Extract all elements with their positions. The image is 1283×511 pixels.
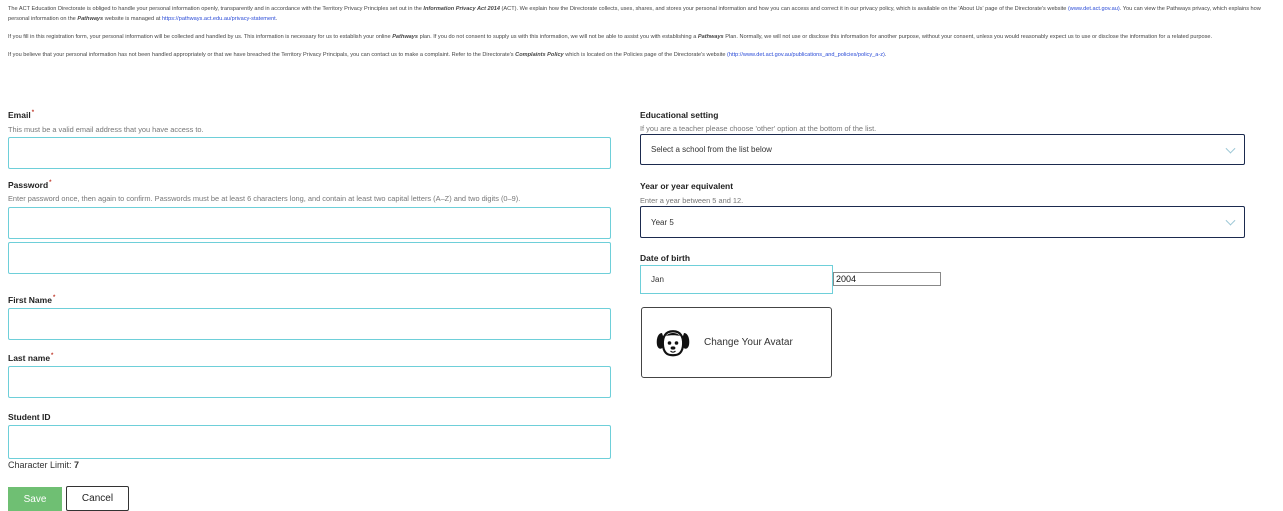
- change-avatar-label: Change Your Avatar: [704, 337, 793, 348]
- date-of-birth-label: Date of birth: [640, 253, 691, 263]
- privacy-text: The ACT Education Directorate is obliged…: [8, 6, 424, 12]
- pathways-emphasis: Pathways: [392, 34, 419, 40]
- privacy-paragraph-2: If you fill in this registration form, y…: [8, 32, 1276, 42]
- character-limit-value: 7: [74, 460, 80, 470]
- email-label: Email*: [8, 110, 34, 120]
- chevron-down-icon: [1225, 215, 1236, 226]
- privacy-paragraph-3: If you believe that your personal inform…: [8, 50, 1276, 60]
- year-select[interactable]: Year 5: [640, 206, 1245, 238]
- password-hint: Enter password once, then again to confi…: [8, 194, 521, 203]
- chevron-down-icon: [1225, 143, 1236, 154]
- year-hint: Enter a year between 5 and 12.: [640, 196, 744, 205]
- first-name-label: First Name*: [8, 295, 55, 305]
- student-id-field[interactable]: [8, 425, 611, 459]
- privacy-text: website is managed at: [103, 16, 162, 22]
- cancel-button[interactable]: Cancel: [66, 486, 129, 511]
- privacy-text: which is located on the Policies page of…: [563, 52, 728, 58]
- email-field[interactable]: [8, 137, 611, 169]
- password-label: Password*: [8, 180, 52, 190]
- year-value: Year 5: [651, 217, 674, 227]
- dog-face-icon: [656, 329, 690, 357]
- first-name-field[interactable]: [8, 308, 611, 340]
- change-avatar-button[interactable]: Change Your Avatar: [641, 307, 832, 378]
- year-label: Year or year equivalent: [640, 181, 734, 191]
- educational-setting-select[interactable]: Select a school from the list below: [640, 134, 1245, 165]
- privacy-act-name: Information Privacy Act 2014: [423, 6, 500, 12]
- dob-year-field[interactable]: 2004: [833, 272, 941, 286]
- last-name-field[interactable]: [8, 366, 611, 398]
- password-field[interactable]: [8, 207, 611, 239]
- password-label-text: Password: [8, 180, 49, 190]
- confirm-password-field[interactable]: [8, 242, 611, 274]
- privacy-statement-link[interactable]: https://pathways.act.edu.au/privacy-stat…: [162, 16, 276, 22]
- required-marker: *: [31, 110, 35, 117]
- privacy-text: Plan. Normally, we will not use or discl…: [723, 34, 1213, 40]
- privacy-notice: The ACT Education Directorate is obliged…: [8, 4, 1276, 68]
- last-name-label-text: Last name: [8, 353, 51, 363]
- privacy-text: .: [275, 16, 278, 22]
- save-button[interactable]: Save: [8, 487, 62, 511]
- privacy-text: .: [884, 52, 887, 58]
- email-hint: This must be a valid email address that …: [8, 125, 204, 134]
- complaints-policy-emphasis: Complaints Policy: [515, 52, 564, 58]
- educational-setting-hint: If you are a teacher please choose 'othe…: [640, 124, 877, 133]
- pathways-emphasis: Pathways: [697, 34, 724, 40]
- privacy-paragraph-1: The ACT Education Directorate is obliged…: [8, 4, 1276, 24]
- required-marker: *: [49, 180, 52, 187]
- privacy-text: If you fill in this registration form, y…: [8, 34, 393, 40]
- pathways-emphasis: Pathways: [77, 16, 104, 22]
- required-marker: *: [51, 353, 54, 360]
- policies-page-link[interactable]: (http://www.det.act.gov.au/publications_…: [727, 52, 885, 58]
- required-marker: *: [52, 295, 56, 302]
- directorate-website-link[interactable]: (www.det.act.gov.au): [1068, 6, 1120, 12]
- student-id-label: Student ID: [8, 412, 51, 422]
- character-limit-label: Character Limit:: [8, 460, 75, 470]
- last-name-label: Last name*: [8, 353, 53, 363]
- educational-setting-label: Educational setting: [640, 110, 719, 120]
- educational-setting-value: Select a school from the list below: [651, 145, 772, 154]
- privacy-text: If you believe that your personal inform…: [8, 52, 516, 58]
- dob-month-field[interactable]: Jan: [640, 265, 833, 294]
- email-label-text: Email: [8, 110, 31, 120]
- character-limit: Character Limit: 7: [8, 460, 79, 470]
- first-name-label-text: First Name: [8, 295, 52, 305]
- privacy-text: plan. If you do not consent to supply us…: [418, 34, 698, 40]
- privacy-text: (ACT). We explain how the Directorate co…: [500, 6, 1068, 12]
